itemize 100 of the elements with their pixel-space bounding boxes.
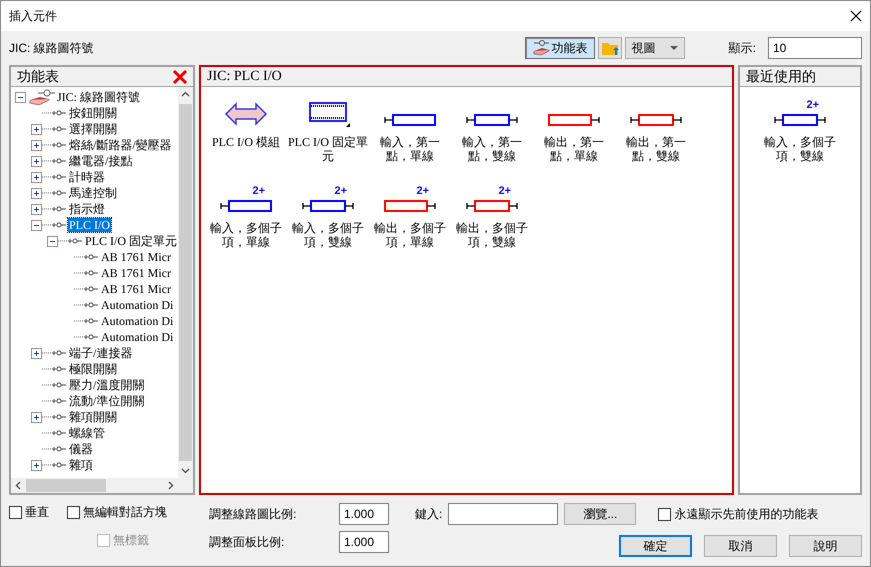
caret-icon [670,46,678,50]
symbol-item[interactable]: 2+ 輸出，多個子項，單線 [369,173,452,259]
contact-icon [42,204,68,214]
symbol-item[interactable]: PLC I/O 固定單元 [287,87,370,173]
collapse-icon[interactable] [15,92,26,102]
view-dropdown[interactable]: 視圖 [624,37,685,59]
checkbox[interactable] [67,506,80,518]
symbol-label: PLC I/O 模組 [211,135,282,149]
contact-icon [42,396,68,406]
expand-icon[interactable] [31,348,42,358]
contact-icon [42,140,68,150]
contact-icon [42,460,68,470]
tree-item[interactable]: AB 1761 Micr [100,282,172,296]
badge-text: 2+ [416,186,430,196]
tree-item[interactable]: PLC I/O [68,218,112,232]
symbol-item[interactable]: 2+ 輸入，多個子項，雙線 [740,87,860,173]
field-label: 調整面板比例: [209,534,284,551]
tree-item[interactable]: AB 1761 Micr [100,250,172,264]
expand-icon[interactable] [31,156,42,166]
tree-item[interactable]: 極限開關 [68,362,118,376]
tree-item[interactable]: 壓力/溫度開關 [68,378,146,392]
tree-item[interactable]: PLC I/O 固定單元 [84,234,178,248]
symbol-label: 輸入，多個子項，單線 [209,221,284,249]
checkbox[interactable] [658,508,672,520]
symbol-item[interactable]: 2+ 輸入，多個子項，單線 [205,173,288,259]
close-icon[interactable] [850,10,862,22]
symbol-label: 輸出，多個子項，單線 [373,221,448,249]
panel-title: 功能表 [17,67,59,86]
contact-icon [74,252,100,262]
contact-icon [42,156,68,166]
tree-item[interactable]: 指示燈 [68,202,106,216]
symbol-item[interactable]: 輸入，第一點，雙線 [451,87,534,173]
expand-icon[interactable] [31,188,42,198]
symbol-label: 輸入，第一點，單線 [379,135,442,163]
contact-icon [42,172,68,182]
tree-item[interactable]: 計時器 [68,170,106,184]
terminal-strip-icon [306,101,350,127]
key-in-field[interactable] [448,503,558,525]
dialog-button[interactable]: 說明 [789,535,862,557]
book-icon [532,40,550,56]
scrollbar-thumb[interactable] [179,104,192,461]
tree-item[interactable]: 雜項 [68,458,94,472]
symbol-item[interactable]: 2+ 輸入，多個子項，雙線 [287,173,370,259]
tree-item[interactable]: 雜項開關 [68,410,118,424]
expand-icon[interactable] [31,140,42,150]
tree-item[interactable]: 儀器 [68,442,94,456]
browse-button[interactable]: 瀏覽... [564,503,636,525]
tree-item[interactable]: 繼電器/接點 [68,154,134,168]
contact-icon [42,428,68,438]
contact-icon [42,348,68,358]
expand-icon[interactable] [31,412,42,422]
symbol-item[interactable]: 輸出，第一點，單線 [533,87,616,173]
checkbox[interactable] [9,506,22,518]
contact-icon [42,444,68,454]
tree-item[interactable]: 熔絲/斷路器/變壓器 [68,138,173,152]
tree-item[interactable]: Automation Di [100,298,174,312]
collapse-icon[interactable] [47,236,58,246]
field-label: 調整線路圖比例: [209,506,296,523]
tree-item[interactable]: 螺線管 [68,426,106,440]
tree-item[interactable]: Automation Di [100,330,174,344]
tree-item[interactable]: 流動/準位開關 [68,394,146,408]
tree-item[interactable]: 馬達控制 [68,186,118,200]
expand-icon[interactable] [31,204,42,214]
symbol-item[interactable]: 輸出，第一點，雙線 [615,87,698,173]
expand-icon[interactable] [31,124,42,134]
checkbox-label: 永遠顯示先前使用的功能表 [674,506,818,523]
symbol-item[interactable]: PLC I/O 模組 [205,87,288,173]
contact-icon [42,412,68,422]
tree-item[interactable]: 選擇開關 [68,122,118,136]
tree-item[interactable]: 按鈕開關 [68,106,118,120]
symbol-item[interactable]: 2+ 輸出，多個子項，雙線 [451,173,534,259]
scrollbar-thumb[interactable] [26,479,106,492]
symbol-label: PLC I/O 固定單元 [287,135,370,163]
display-field[interactable]: 10 [768,37,862,59]
contact-icon [42,108,68,118]
tree-item[interactable]: Automation Di [100,314,174,328]
folder-button[interactable] [598,37,622,59]
checkbox-label: 垂直 [25,504,49,521]
symbol-label: 輸出，多個子項，雙線 [455,221,530,249]
contact-icon [74,268,100,278]
dialog-button[interactable]: 確定 [619,535,692,557]
badge-text: 2+ [252,186,266,196]
scale-field[interactable]: 1.000 [339,503,389,525]
contact-icon [42,380,68,390]
tree-item[interactable]: JIC: 線路圖符號 [56,90,142,104]
tree-item[interactable]: AB 1761 Micr [100,266,172,280]
badge-text: 2+ [498,186,512,196]
display-label: 顯示: [728,40,756,57]
expand-icon[interactable] [31,460,42,470]
collapse-icon[interactable] [31,220,42,230]
tree-item[interactable]: 端子/連接器 [68,346,134,360]
expand-icon[interactable] [31,172,42,182]
dialog-button[interactable]: 取消 [704,535,777,557]
contact-icon [42,188,68,198]
symbol-label: 輸出，第一點，單線 [543,135,606,163]
scale-field[interactable]: 1.000 [339,531,389,553]
symbol-item[interactable]: 輸入，第一點，單線 [369,87,452,173]
menu-toggle-button[interactable]: 功能表 [524,37,595,59]
panel-title: JIC: PLC I/O [207,68,282,86]
symbol-label: 輸出，第一點，雙線 [625,135,688,163]
